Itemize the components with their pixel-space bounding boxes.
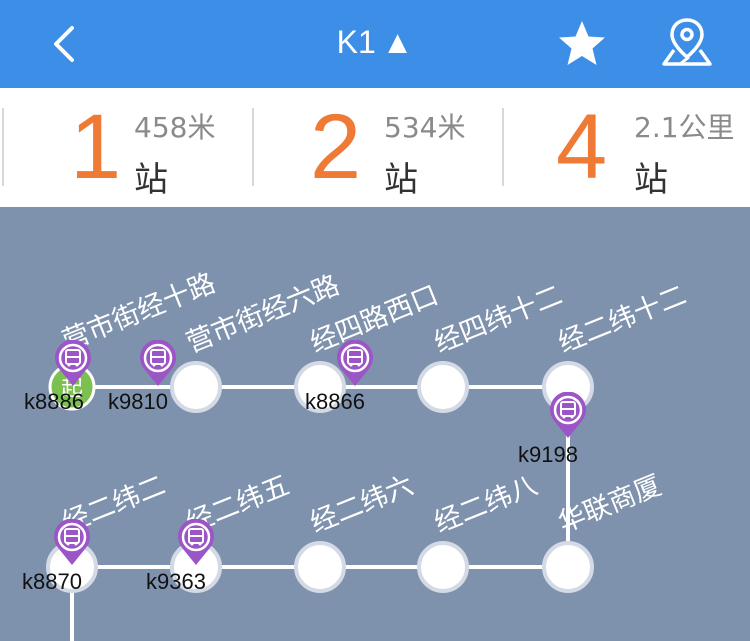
stat-nearest-bus-2[interactable]: 2 534米 站 <box>250 88 500 207</box>
bus-id-label: k9363 <box>146 569 206 594</box>
bus-id-label: k9198 <box>518 442 578 467</box>
route-name: K1 <box>336 24 376 60</box>
direction-arrow: ▲ <box>381 24 414 60</box>
stops-unit: 站 <box>634 160 668 200</box>
bus-id-label: k8886 <box>24 389 84 414</box>
route-lines: 起 <box>46 361 594 641</box>
stops-unit: 站 <box>384 160 418 200</box>
stops-unit: 站 <box>134 160 168 200</box>
stop-node[interactable] <box>170 361 222 413</box>
map-view-button[interactable] <box>660 16 714 70</box>
route-map: 起 营市街经十路 营市街经六路 经四路西口 经四纬十二 经二纬十二 华联商厦 经… <box>0 207 750 641</box>
bus-icon[interactable] <box>138 340 178 388</box>
bus-icon[interactable] <box>335 340 375 388</box>
bus-icon[interactable] <box>548 392 588 440</box>
favorite-button[interactable] <box>556 18 608 70</box>
distance-label: 534米 <box>384 111 466 144</box>
star-icon <box>559 21 605 65</box>
distance-label: 458米 <box>134 111 216 144</box>
stat-nearest-bus-3[interactable]: 4 2.1公里 站 <box>500 88 750 207</box>
map-pin-icon <box>662 18 712 66</box>
bus-id-label: k8870 <box>22 569 82 594</box>
stop-node[interactable] <box>294 541 346 593</box>
stop-node[interactable] <box>542 541 594 593</box>
top-bar: K1 ▲ <box>0 0 750 88</box>
stop-node[interactable] <box>417 541 469 593</box>
bus-id-label: k8866 <box>305 389 365 414</box>
stops-away-count: 4 <box>556 96 608 198</box>
bus-icon[interactable] <box>52 519 92 567</box>
page-title[interactable]: K1 ▲ <box>0 24 750 61</box>
stat-nearest-bus-1[interactable]: 1 458米 站 <box>0 88 250 207</box>
bus-icon[interactable] <box>53 340 93 388</box>
bus-id-label: k9810 <box>108 389 168 414</box>
bus-icon[interactable] <box>176 519 216 567</box>
distance-label: 2.1公里 <box>634 111 735 144</box>
stops-away-count: 1 <box>70 96 122 198</box>
stops-away-count: 2 <box>310 96 362 198</box>
stop-node[interactable] <box>417 361 469 413</box>
stats-panel: 1 458米 站 2 534米 站 4 2.1公里 站 <box>0 88 750 207</box>
